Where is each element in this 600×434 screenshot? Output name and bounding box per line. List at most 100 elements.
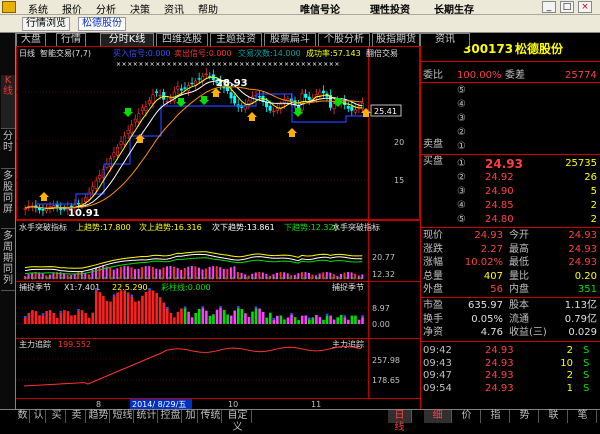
stat-label: 量比: [509, 270, 529, 282]
sub1-mid-up: 次上趋势:16.316: [139, 222, 202, 232]
bottom-tab[interactable]: 加: [184, 410, 198, 423]
signal-x-mark: ×: [183, 61, 188, 68]
sub2-bar: [84, 313, 87, 324]
sub2-bar: [215, 309, 219, 324]
top-tab-stock-analysis[interactable]: 个股分析: [318, 33, 370, 46]
sub2-bar: [102, 295, 105, 324]
bottom-tab[interactable]: 短线: [112, 410, 134, 423]
signal-x-mark: ×: [122, 61, 127, 68]
bottom-tab[interactable]: 卖: [68, 410, 86, 423]
signal-x-mark: ×: [245, 61, 250, 68]
weibi-value: 100.00%: [457, 70, 502, 81]
sub2-bar: [226, 314, 229, 324]
bottom-tab[interactable]: 传统: [200, 410, 222, 423]
bottom-tab[interactable]: 数: [16, 410, 30, 423]
sub2-bar: [251, 311, 254, 324]
maximize-button[interactable]: □: [560, 1, 574, 13]
bottom-tab[interactable]: 统计: [136, 410, 158, 423]
top-tab-futures[interactable]: 股指期货: [372, 33, 420, 46]
sub1-x-mark: ×: [301, 275, 306, 282]
bottom-tab[interactable]: 趋势: [88, 410, 110, 423]
finance-label: 市盈: [423, 300, 443, 311]
sub2-bar: [297, 319, 300, 324]
tick-price: 24.93: [485, 382, 514, 394]
left-tab-intraday[interactable]: 分时: [1, 131, 15, 169]
sub2-bar: [208, 315, 212, 324]
slogan-1: 唯信号论: [300, 5, 340, 16]
menu-system[interactable]: 系统: [28, 1, 48, 16]
left-tab-multi-stock[interactable]: 多股同屏: [1, 171, 15, 229]
signal-x-mark: ×: [234, 61, 239, 68]
top-view-tabs: 大盘 行情 分时K线 四维选股 主题投资 股票扁斗 个股分析 股指期货: [16, 33, 420, 46]
bottom-tab-bar: 数认买卖趋势 短线 统计 控盘加传统 自定义 日 线 细价指势联笔: [0, 409, 600, 433]
top-tab-index[interactable]: 大盘: [16, 33, 46, 46]
sub2-bar: [244, 313, 247, 324]
sub2-bar: [31, 310, 34, 324]
menu-help[interactable]: 帮助: [198, 1, 218, 16]
sub2-bar: [112, 296, 116, 324]
signal-x-mark: ×: [217, 61, 222, 68]
tick-time: 09:42: [423, 345, 452, 356]
sub2-bar: [268, 312, 272, 324]
detail-tab[interactable]: 笔: [569, 410, 597, 423]
sub2-bar: [52, 312, 55, 324]
sub2-bar-cap: [183, 306, 187, 309]
top-tab-news[interactable]: 资讯: [420, 33, 470, 46]
weicha-value: 25774: [565, 70, 597, 81]
close-button[interactable]: ×: [578, 1, 592, 13]
sub1-x-mark: ×: [138, 275, 143, 282]
sub2-bar: [308, 319, 311, 324]
signal-x-mark: ×: [211, 61, 216, 68]
tab-market-browse[interactable]: 行情浏览: [22, 17, 70, 31]
sub2-bar: [329, 315, 332, 324]
detail-tab[interactable]: 指: [482, 410, 510, 423]
top-tab-stock-select[interactable]: 四维选股: [156, 33, 208, 46]
menu-news[interactable]: 资讯: [164, 1, 184, 16]
menu-analysis[interactable]: 分析: [96, 1, 116, 16]
menu-quote[interactable]: 报价: [62, 1, 82, 16]
quote-panel: 300173 松德股份 委比 100.00% 委差 25774 卖盘 买盘 ⑤ ④…: [420, 33, 600, 409]
bottom-tab[interactable]: 自定义: [224, 410, 252, 433]
sub2-bar: [87, 317, 91, 324]
sub3-axis-low: 178.65: [372, 376, 400, 385]
sub2-value: 22.5.290: [112, 283, 148, 292]
kline-chart[interactable]: 日线 智能交易(7,7) 买入信号:0.000 卖出信号:0.000 交易次数:…: [16, 46, 420, 409]
sub1-mid-down: 次下趋势:13.861: [212, 222, 275, 232]
finance-value: 0.05%: [471, 313, 503, 325]
bottom-tab[interactable]: 买: [48, 410, 66, 423]
sub2-bar-cap: [112, 294, 116, 297]
sub2-bar: [311, 317, 315, 324]
detail-tab[interactable]: 价: [453, 410, 481, 423]
sub2-bar: [80, 310, 84, 324]
sell-row-index: ①: [457, 141, 466, 152]
detail-tab[interactable]: 势: [511, 410, 539, 423]
top-tab-theme[interactable]: 主题投资: [210, 33, 262, 46]
detail-tab[interactable]: 联: [540, 410, 568, 423]
sub1-x-mark: ×: [60, 275, 65, 282]
sub2-bar: [91, 312, 95, 324]
sub2-axis-high: 8.97: [372, 304, 390, 313]
left-tab-multi-period[interactable]: 多周期同列: [1, 231, 15, 291]
bottom-tab[interactable]: 日 线: [388, 410, 412, 433]
tab-stock-songde[interactable]: 松德股份: [78, 17, 126, 31]
stat-value: 10.02%: [464, 257, 503, 268]
minimize-button[interactable]: _: [542, 1, 556, 13]
sub2-bar-cap: [290, 313, 293, 316]
sub1-x-mark: ×: [131, 275, 136, 282]
bottom-tab[interactable]: 控盘: [160, 410, 182, 423]
signal-x-mark: ×: [256, 61, 261, 68]
menu-decision[interactable]: 决策: [130, 1, 150, 16]
sub1-x-mark: ×: [187, 275, 192, 282]
left-tab-kline[interactable]: K线: [1, 75, 15, 129]
signal-x-mark: ×: [239, 61, 244, 68]
sub2-bar: [77, 310, 80, 324]
detail-tab[interactable]: 细: [424, 410, 452, 423]
buy-row-index: ③: [457, 186, 466, 197]
top-tab-funnel[interactable]: 股票扁斗: [264, 33, 316, 46]
top-tab-quote[interactable]: 行情: [56, 33, 86, 46]
bottom-tab[interactable]: 认: [32, 410, 46, 423]
top-tab-kline[interactable]: 分时K线: [100, 33, 154, 46]
signal-x-mark: ×: [206, 61, 211, 68]
tick-time: 09:43: [423, 357, 452, 369]
sub2-bar: [63, 310, 66, 324]
